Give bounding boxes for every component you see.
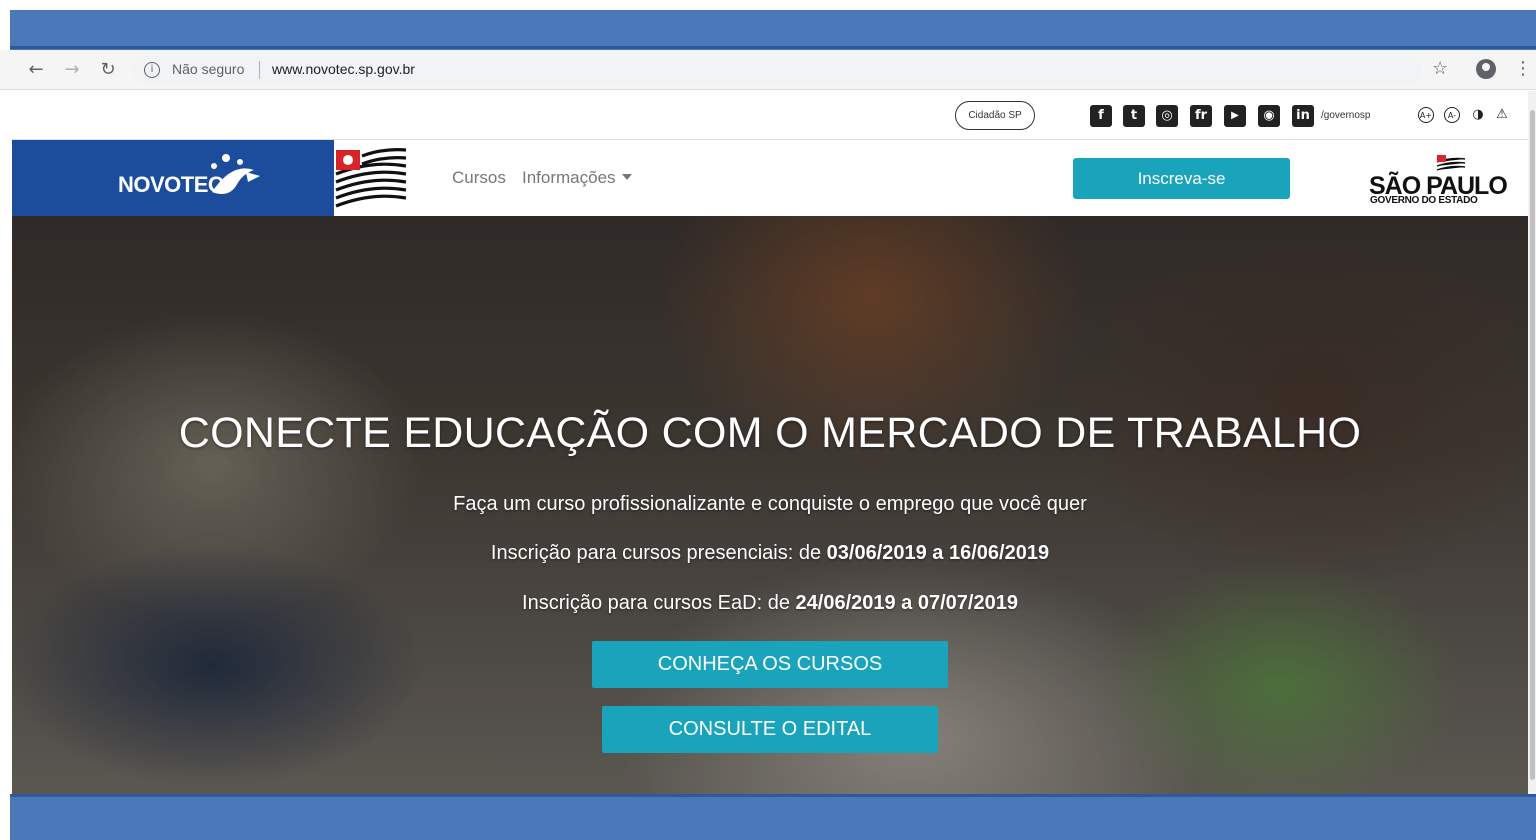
novotec-logo[interactable]: NOVOTEC [12, 140, 334, 217]
url-divider [259, 61, 260, 79]
youtube-icon[interactable]: ▶ [1224, 105, 1246, 127]
forward-icon[interactable]: → [60, 58, 84, 82]
chevron-down-icon [621, 174, 632, 180]
back-icon[interactable]: ← [24, 58, 48, 82]
presencial-dates: 03/06/2019 a 16/06/2019 [826, 542, 1050, 564]
font-increase-icon[interactable]: A+ [1418, 107, 1434, 123]
hero-presencial-dates: Inscrição para cursos presenciais: de 03… [12, 542, 1528, 565]
nav-informacoes[interactable]: Informações [522, 168, 632, 188]
linkedin-icon[interactable]: in [1292, 105, 1314, 127]
ead-dates: 24/06/2019 a 07/07/2019 [795, 592, 1018, 614]
conheca-os-cursos-button[interactable]: CONHEÇA OS CURSOS [592, 641, 948, 688]
star-icon[interactable]: ☆ [1432, 58, 1452, 79]
site-header: NOVOTEC Cursos Informações Inscreva-se S… [12, 139, 1528, 217]
menu-icon[interactable]: ⋮ [1514, 58, 1532, 79]
hero-subtitle: Faça um curso profissionalizante e conqu… [453, 493, 1087, 515]
font-decrease-icon[interactable]: A- [1444, 107, 1460, 123]
facebook-icon[interactable]: f [1090, 105, 1112, 127]
twitter-icon[interactable]: t [1123, 105, 1145, 127]
hero-banner: CONECTE EDUCAÇÃO COM O MERCADO DE TRABAL… [12, 216, 1528, 794]
hero-ead-dates: Inscrição para cursos EaD: de 24/06/2019… [12, 592, 1528, 615]
periscope-icon[interactable]: ◉ [1258, 105, 1280, 127]
nav-informacoes-label: Informações [522, 168, 616, 187]
utility-bar: Cidadão SP f t ◎ fr ▶ ◉ in /governosp A+… [10, 91, 1526, 139]
contrast-icon[interactable]: ◑ [1470, 107, 1486, 123]
window-frame-top [0, 0, 1536, 50]
scrollbar-thumb[interactable] [1530, 110, 1535, 780]
security-label[interactable]: Não seguro [172, 61, 244, 77]
logo-mark-icon [211, 154, 260, 194]
reload-icon[interactable]: ↻ [96, 58, 120, 82]
url-text[interactable]: www.novotec.sp.gov.br [272, 61, 415, 77]
browser-toolbar: ← → ↻ i Não seguro www.novotec.sp.gov.br… [0, 50, 1536, 90]
account-icon[interactable] [1476, 59, 1496, 79]
inscreva-se-button[interactable]: Inscreva-se [1073, 158, 1290, 199]
window-frame-edge [10, 46, 1536, 49]
sp-flag-icon [335, 145, 407, 214]
window-frame-bottom [10, 794, 1536, 840]
info-icon[interactable]: i [144, 62, 160, 78]
cidadao-sp-button[interactable]: Cidadão SP [955, 101, 1035, 130]
address-bar[interactable]: i Não seguro www.novotec.sp.gov.br [132, 56, 1422, 84]
consulte-o-edital-button[interactable]: CONSULTE O EDITAL [602, 706, 938, 753]
nav-cursos[interactable]: Cursos [452, 168, 506, 188]
hero-title: CONECTE EDUCAÇÃO COM O MERCADO DE TRABAL… [178, 409, 1362, 457]
warning-icon[interactable]: ⚠ [1494, 107, 1510, 123]
flickr-icon[interactable]: fr [1190, 105, 1212, 127]
sao-paulo-logo[interactable]: SÃO PAULO GOVERNO DO ESTADO [1367, 152, 1512, 207]
ead-prefix: Inscrição para cursos EaD: de [522, 592, 796, 614]
instagram-icon[interactable]: ◎ [1156, 105, 1178, 127]
sp-small-flag-icon [1436, 153, 1466, 174]
social-handle: /governosp [1321, 110, 1371, 121]
gov-subtitle: GOVERNO DO ESTADO [1370, 195, 1478, 206]
presencial-prefix: Inscrição para cursos presenciais: de [490, 542, 827, 564]
